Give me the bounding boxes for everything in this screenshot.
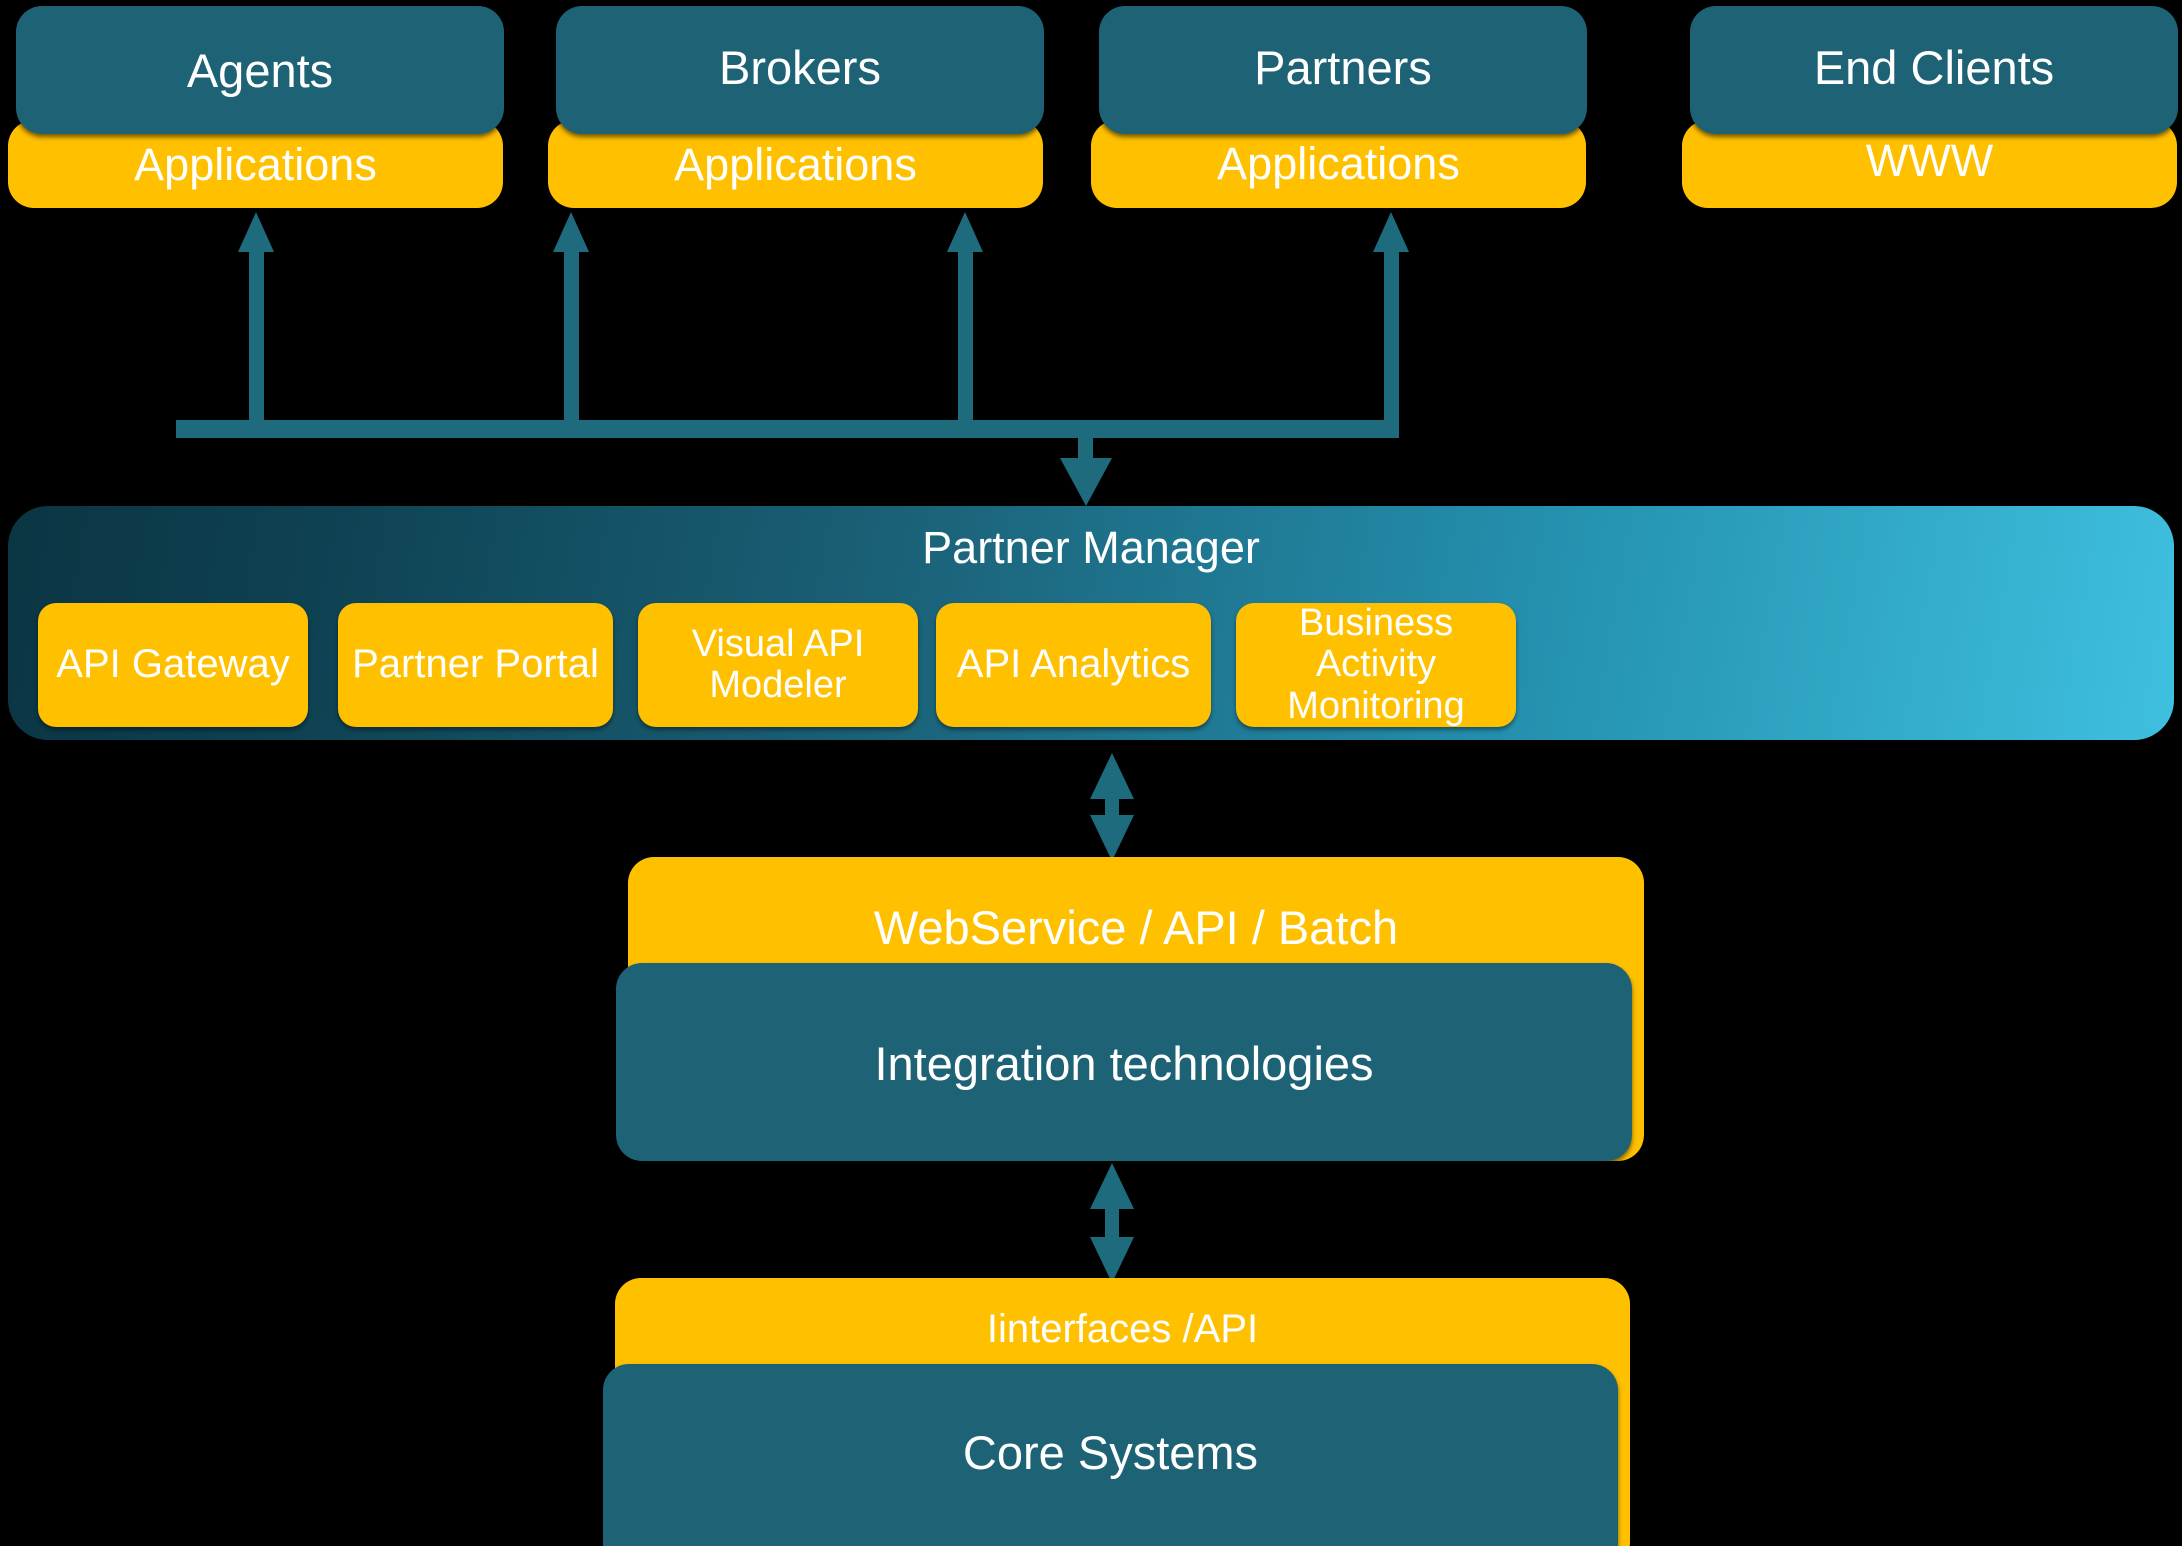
connector-partner-manager-to-integration	[1082, 753, 1142, 861]
connector-arrowhead-to-partners	[947, 212, 983, 252]
arrowhead-down-icon	[1090, 1237, 1134, 1283]
actor-subtitle-0: Applications	[134, 139, 377, 190]
connector-arrowhead-to-partner-manager	[1060, 458, 1112, 506]
chip-label-business-activity-monitoring: Business Activity Monitoring	[1287, 602, 1465, 727]
chip-label-api-analytics: API Analytics	[956, 642, 1191, 687]
diagram-canvas: Agents Applications Brokers Applications…	[0, 0, 2182, 1546]
connector-riser-brokers	[564, 250, 579, 434]
core-block-bottom-label: Core Systems	[962, 1426, 1259, 1479]
connector-horizontal-bus	[176, 420, 1399, 438]
actor-subtitle-2: Applications	[1217, 138, 1460, 189]
chip-partner-portal[interactable]: Partner Portal	[338, 603, 613, 727]
connector-arrowhead-to-brokers	[553, 212, 589, 252]
chip-label-partner-portal: Partner Portal	[352, 642, 599, 687]
chip-business-activity-monitoring[interactable]: Business Activity Monitoring	[1236, 603, 1516, 727]
chip-visual-api-modeler[interactable]: Visual API Modeler	[638, 603, 918, 727]
chip-label-visual-api-modeler: Visual API Modeler	[691, 622, 865, 706]
connector-riser-end-clients	[1384, 250, 1399, 434]
actor-subtitle-3: WWW	[1865, 135, 1994, 186]
connector-integration-to-core	[1082, 1163, 1142, 1283]
chip-api-analytics[interactable]: API Analytics	[936, 603, 1211, 727]
connector-arrowhead-to-agents	[238, 212, 274, 252]
partner-manager-title: Partner Manager	[922, 522, 1260, 573]
actor-title-2: Partners	[1254, 41, 1432, 94]
partner-manager-band[interactable]: Partner Manager API Gateway Partner Port…	[8, 506, 2174, 740]
chip-api-gateway[interactable]: API Gateway	[38, 603, 308, 727]
actor-title-0: Agents	[186, 44, 334, 97]
connector-arrowhead-to-end-clients	[1373, 212, 1409, 252]
arrowhead-down-icon	[1090, 815, 1134, 861]
actor-title-3: End Clients	[1813, 41, 2055, 94]
integration-block-bottom-label: Integration technologies	[874, 1037, 1374, 1090]
actor-title-1: Brokers	[719, 41, 881, 94]
connector-drop-to-partner-manager	[1078, 420, 1093, 462]
integration-block-top-label: WebService / API / Batch	[873, 901, 1399, 954]
core-block-top-label: Iinterfaces /API	[986, 1307, 1259, 1351]
connector-riser-partners	[958, 250, 973, 434]
chip-label-api-gateway: API Gateway	[56, 642, 290, 687]
connector-riser-agents	[249, 250, 264, 434]
actor-subtitle-1: Applications	[674, 139, 917, 190]
